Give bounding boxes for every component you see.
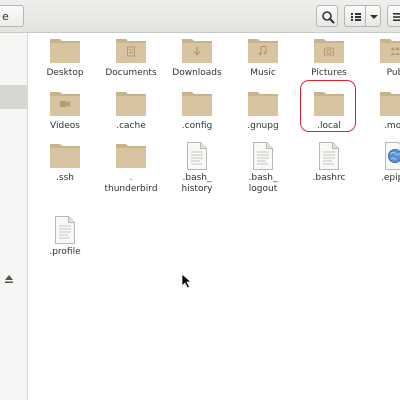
folder-item[interactable]: .cache — [96, 89, 166, 132]
web-file-icon — [360, 141, 400, 171]
downloads-folder-icon — [162, 36, 232, 66]
item-label: Music — [250, 68, 276, 78]
music-folder-icon — [228, 36, 298, 66]
item-label: Desktop — [46, 68, 84, 78]
search-icon — [322, 11, 335, 24]
hamburger-menu-icon — [393, 13, 400, 21]
folder-icon — [162, 89, 232, 119]
item-label: .ssh — [56, 173, 74, 183]
item-label: .epiph — [380, 173, 400, 183]
file-item[interactable]: .bashrc — [294, 141, 364, 184]
public-folder-icon — [360, 36, 400, 66]
file-item[interactable]: .profile — [30, 215, 100, 258]
item-label: Downloads — [172, 68, 222, 78]
item-label: .profile — [49, 247, 81, 257]
folder-item[interactable]: .config — [162, 89, 232, 132]
list-view-icon — [351, 13, 361, 21]
item-label: .config — [181, 121, 213, 131]
item-label: .cache — [116, 121, 146, 131]
item-label: . thunderbird — [104, 173, 158, 194]
folder-icon — [30, 141, 100, 171]
sidebar-item-home[interactable] — [0, 85, 28, 109]
folder-item[interactable]: Desktop — [30, 36, 100, 79]
file-item[interactable]: .bash_ logout — [228, 141, 298, 195]
search-button[interactable] — [316, 5, 338, 27]
folder-item[interactable]: Documents — [96, 36, 166, 79]
folder-item[interactable]: .gnupg — [228, 89, 298, 132]
item-label: .bash_ history — [181, 173, 213, 194]
folder-item[interactable]: . thunderbird — [96, 141, 166, 195]
file-item[interactable]: .bash_ history — [162, 141, 232, 195]
folder-icon — [360, 89, 400, 119]
folder-icon — [96, 89, 166, 119]
header-bar: e — [0, 0, 400, 33]
mouse-pointer-icon — [181, 273, 193, 289]
file-item[interactable]: .epiph — [360, 141, 400, 184]
folder-item[interactable]: .moz — [360, 89, 400, 132]
item-label: .bash_ logout — [248, 173, 278, 194]
item-label: Documents — [105, 68, 157, 78]
videos-folder-icon — [30, 89, 100, 119]
folder-item[interactable]: Videos — [30, 89, 100, 132]
documents-folder-icon — [96, 36, 166, 66]
folder-icon — [228, 89, 298, 119]
folder-icon — [30, 36, 100, 66]
item-label: .bashrc — [312, 173, 346, 183]
folder-item[interactable]: Music — [228, 36, 298, 79]
places-sidebar — [0, 33, 28, 400]
view-options-dropdown[interactable] — [365, 5, 381, 27]
menu-button[interactable] — [387, 5, 400, 27]
item-label: Pictures — [311, 68, 347, 78]
item-label: Videos — [50, 121, 80, 131]
text-file-icon — [162, 141, 232, 171]
text-file-icon — [228, 141, 298, 171]
text-file-icon — [294, 141, 364, 171]
folder-item[interactable]: Downloads — [162, 36, 232, 79]
path-bar-label: e — [2, 10, 9, 23]
text-file-icon — [30, 215, 100, 245]
pictures-folder-icon — [294, 36, 364, 66]
item-label: .gnupg — [247, 121, 279, 131]
path-bar-button[interactable]: e — [0, 5, 24, 27]
folder-icon — [96, 141, 166, 171]
item-label: Pub — [386, 68, 400, 78]
eject-icon[interactable] — [3, 273, 15, 285]
annotation-highlight — [300, 80, 356, 132]
view-toggle-button[interactable] — [344, 5, 366, 27]
folder-item[interactable]: Pictures — [294, 36, 364, 79]
item-label: .moz — [384, 121, 400, 131]
chevron-down-icon — [370, 15, 378, 19]
folder-item[interactable]: .ssh — [30, 141, 100, 184]
folder-item[interactable]: Pub — [360, 36, 400, 79]
